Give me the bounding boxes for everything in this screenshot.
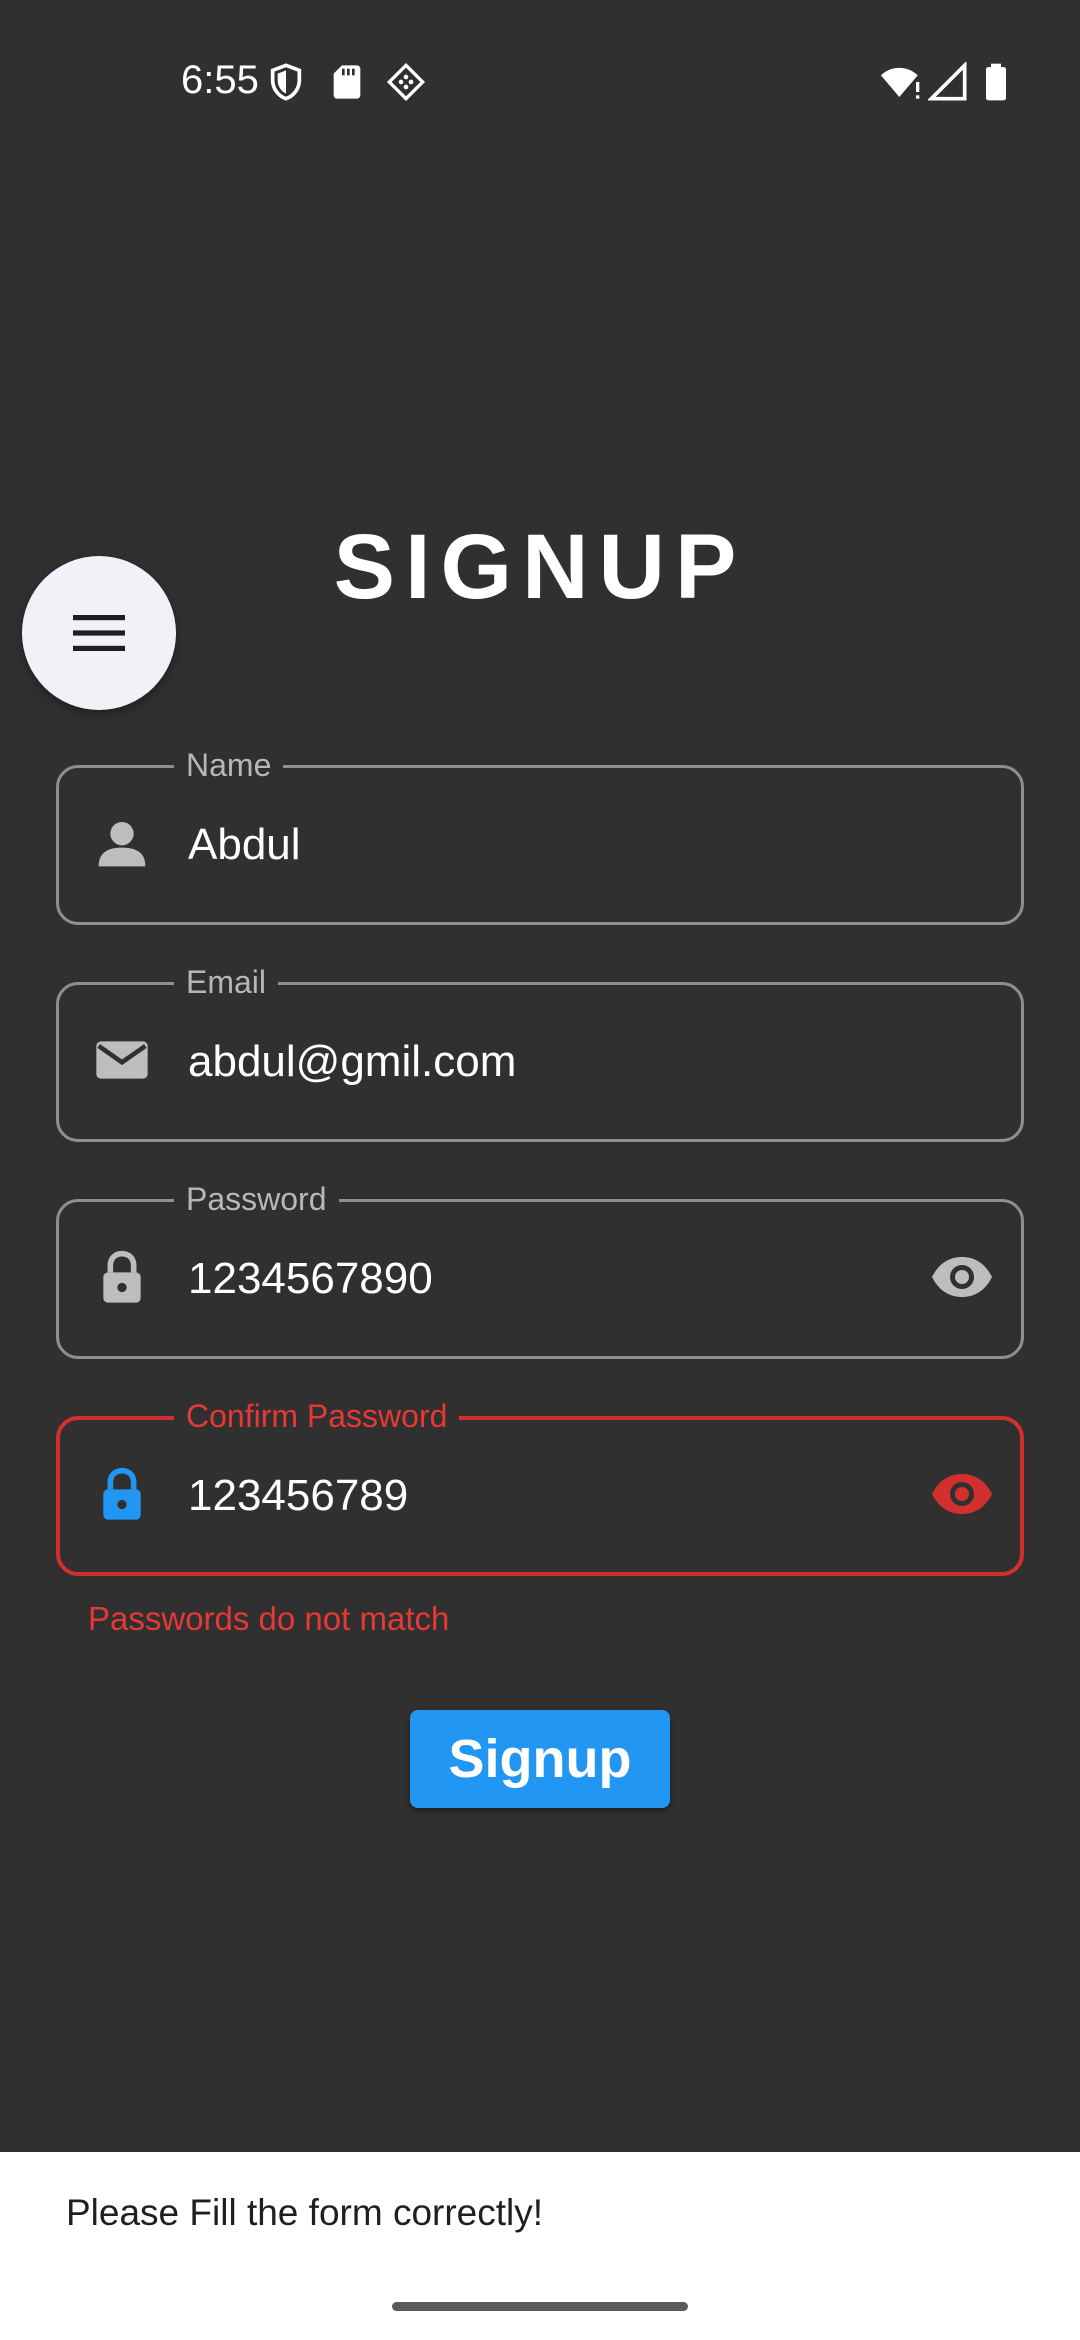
confirm-password-error: Passwords do not match — [88, 1600, 450, 1637]
signup-button[interactable]: Signup — [410, 1710, 670, 1808]
hamburger-menu-icon — [73, 615, 125, 651]
lock-icon — [103, 1250, 141, 1303]
email-field-label: Email — [174, 964, 279, 1000]
wifi-icon — [881, 67, 920, 99]
eye-icon[interactable] — [930, 1249, 994, 1305]
debug-diamond-icon — [386, 62, 426, 102]
signup-screen: 6:55 SIGNUP Name Abdul Email abdul@gmil.… — [0, 0, 1080, 2340]
eye-icon[interactable] — [930, 1466, 994, 1522]
person-icon — [98, 822, 146, 867]
name-input[interactable]: Abdul — [188, 820, 301, 870]
mail-icon — [96, 1041, 148, 1079]
home-indicator[interactable] — [392, 2302, 688, 2311]
lock-icon — [103, 1467, 141, 1520]
name-field[interactable]: Name Abdul — [56, 747, 1024, 925]
snackbar: Please Fill the form correctly! — [0, 2152, 1080, 2340]
password-field-label: Password — [174, 1181, 339, 1217]
shield-icon — [270, 63, 302, 101]
confirm-password-input[interactable]: 123456789 — [188, 1471, 408, 1521]
confirm-password-field-label: Confirm Password — [174, 1398, 460, 1434]
sd-card-icon — [333, 65, 361, 99]
status-time: 6:55 — [181, 58, 259, 102]
password-input[interactable]: 1234567890 — [188, 1254, 433, 1304]
battery-icon — [986, 63, 1006, 101]
status-bar: 6:55 — [0, 0, 1080, 165]
password-field[interactable]: Password 1234567890 — [56, 1181, 1024, 1359]
email-input[interactable]: abdul@gmil.com — [188, 1037, 516, 1087]
name-field-label: Name — [174, 747, 284, 783]
snackbar-message: Please Fill the form correctly! — [66, 2192, 544, 2233]
cell-signal-icon — [928, 62, 967, 101]
confirm-password-field[interactable]: Confirm Password 123456789 — [56, 1398, 1024, 1576]
menu-button[interactable] — [22, 556, 176, 710]
email-field[interactable]: Email abdul@gmil.com — [56, 964, 1024, 1142]
